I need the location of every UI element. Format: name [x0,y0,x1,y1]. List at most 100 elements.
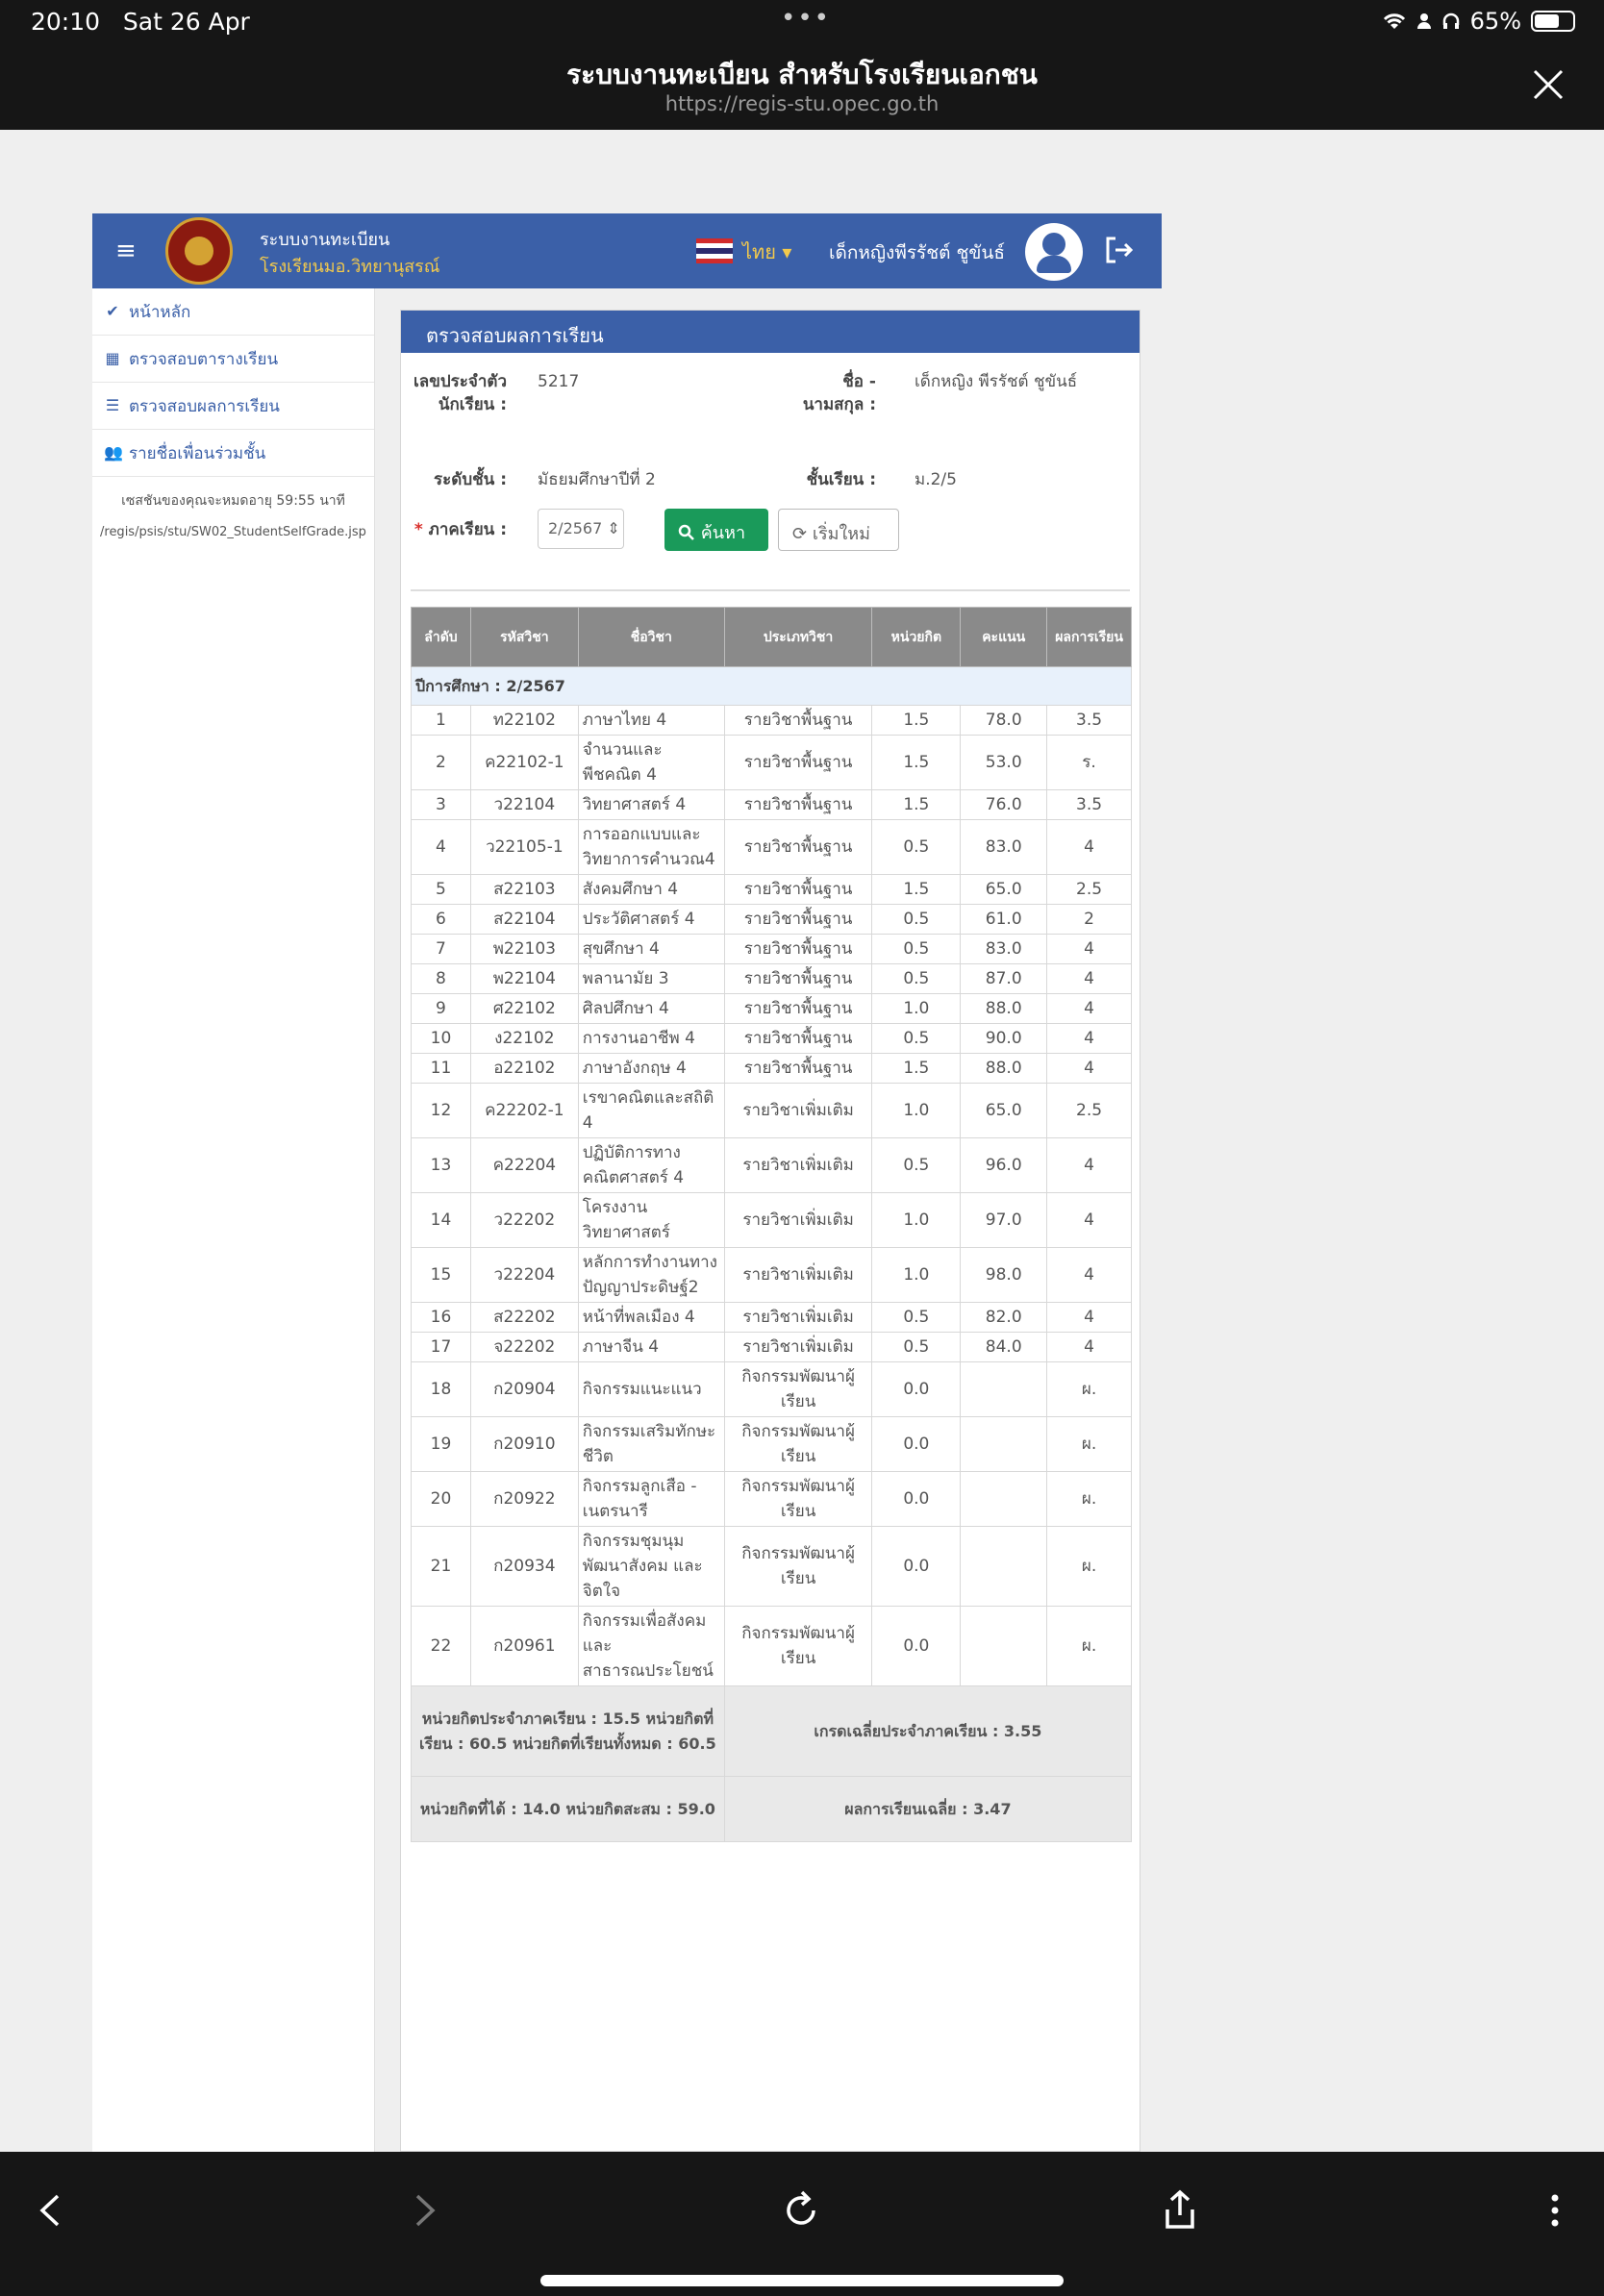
cell-code: ว22204 [469,1247,579,1303]
grades-table: ลำดับ รหัสวิชา ชื่อวิชา ประเภทวิชา หน่วย… [411,607,1133,1842]
cell-type: รายวิชาพื้นฐาน [723,1053,873,1084]
cell-credit: 0.5 [871,1137,962,1193]
student-id-label: เลขประจำตัวนักเรียน : [414,372,507,414]
cell-score: 84.0 [960,1332,1048,1362]
cell-type: กิจกรรมพัฒนาผู้เรียน [723,1606,873,1686]
table-row: 7 พ22103 สุขศึกษา 4 รายวิชาพื้นฐาน 0.5 83.0 4 [411,934,1132,964]
cell-score [960,1416,1048,1472]
app-name: ระบบงานทะเบียน [260,230,390,250]
cell-score: 90.0 [960,1023,1048,1054]
sidebar-item-classmates[interactable]: 👥 รายชื่อเพื่อนร่วมชั้น [92,430,374,477]
name-label: ชื่อ - นามสกุล : [802,372,876,414]
cell-code: จ22202 [469,1332,579,1362]
logout-icon[interactable] [1102,233,1137,267]
cell-no: 17 [411,1332,471,1362]
cell-credit: 1.5 [871,1053,962,1084]
cell-credit: 1.0 [871,993,962,1024]
cell-grade: 4 [1046,1192,1132,1248]
cell-score: 98.0 [960,1247,1048,1303]
header-credit: หน่วยกิต [871,607,962,667]
cell-type: กิจกรรมพัฒนาผู้เรียน [723,1416,873,1472]
close-icon[interactable] [1531,67,1566,102]
table-row: 22 ก20961 กิจกรรมเพื่อสังคม และสาธารณประโย… [411,1606,1132,1686]
multitask-dots-icon[interactable]: ••• [781,4,831,33]
cell-code: ก20910 [469,1416,579,1472]
forward-icon[interactable] [400,2186,448,2234]
cell-code: พ22103 [469,934,579,964]
cell-type: กิจกรรมพัฒนาผู้เรียน [723,1526,873,1607]
page-url[interactable]: https://regis-stu.opec.go.th [0,92,1604,115]
student-name: เด็กหญิง พีรรัชต์ ชูขันธ์ [915,372,1078,391]
cell-subject: การออกแบบและวิทยาการคำนวณ4 [577,819,725,875]
search-button[interactable]: ค้นหา [664,509,768,551]
person-icon [1416,13,1431,29]
school-name: โรงเรียนมอ.วิทยานุสรณ์ [260,257,440,277]
table-row: 16 ส22202 หน้าที่พลเมือง 4 รายวิชาเพิ่มเติม… [411,1302,1132,1333]
cell-credit: 1.5 [871,789,962,820]
cell-type: รายวิชาพื้นฐาน [723,1023,873,1054]
panel-title: ตรวจสอบผลการเรียน [401,311,1140,353]
table-row: 5 ส22103 สังคมศึกษา 4 รายวิชาพื้นฐาน 1.5 65.0… [411,874,1132,905]
cell-type: รายวิชาเพิ่มเติม [723,1332,873,1362]
cell-score: 53.0 [960,735,1048,790]
status-indicators: 65% [1382,8,1575,35]
cell-subject: หลักการทำงานทางปัญญาประดิษฐ์2 [577,1247,725,1303]
term-label: * ภาคเรียน : [414,520,507,539]
cell-type: รายวิชาพื้นฐาน [723,705,873,736]
cell-grade: 4 [1046,1137,1132,1193]
sidebar-item-home[interactable]: ✔ หน้าหลัก [92,288,374,336]
header-score: คะแนน [960,607,1048,667]
cell-no: 18 [411,1361,471,1417]
cell-type: รายวิชาพื้นฐาน [723,789,873,820]
cell-no: 7 [411,934,471,964]
avatar[interactable] [1025,223,1083,281]
cell-credit: 1.0 [871,1083,962,1138]
browser-bottom-bar [0,2152,1604,2296]
battery-percent: 65% [1469,8,1521,35]
back-icon[interactable] [27,2186,75,2234]
hamburger-menu-icon[interactable]: ≡ [115,237,137,265]
cell-score: 82.0 [960,1302,1048,1333]
user-name[interactable]: เด็กหญิงพีรรัชต์ ชูขันธ์ [829,238,1005,267]
year-row: ปีการศึกษา : 2/2567 [411,666,1132,706]
language-dropdown[interactable]: ไทย ▾ [742,237,791,267]
cell-subject: ศิลปศึกษา 4 [577,993,725,1024]
table-row: 21 ก20934 กิจกรรมชุมนุมพัฒนาสังคม และจิตใจ… [411,1526,1132,1607]
cell-grade: 3.5 [1046,789,1132,820]
cell-subject: ภาษาไทย 4 [577,705,725,736]
reset-button[interactable]: ⟳ เริ่มใหม่ [778,509,899,551]
class-label: ชั้นเรียน : [806,470,876,489]
cell-score: 78.0 [960,705,1048,736]
thai-flag-icon[interactable] [696,238,733,263]
cell-no: 15 [411,1247,471,1303]
cell-subject: ประวัติศาสตร์ 4 [577,904,725,935]
sidebar-item-grades[interactable]: ☰ ตรวจสอบผลการเรียน [92,383,374,430]
cell-credit: 1.5 [871,874,962,905]
share-icon[interactable] [1156,2186,1204,2234]
cell-credit: 0.5 [871,1023,962,1054]
cell-code: พ22104 [469,963,579,994]
cell-code: ก20934 [469,1526,579,1607]
reload-icon[interactable] [777,2186,825,2234]
table-row: 4 ว22105-1 การออกแบบและวิทยาการคำนวณ4 รายวิ… [411,819,1132,875]
cell-grade: 4 [1046,993,1132,1024]
app-header: ≡ ระบบงานทะเบียน โรงเรียนมอ.วิทยานุสรณ์ … [92,213,1162,288]
table-row: 11 อ22102 ภาษาอังกฤษ 4 รายวิชาพื้นฐาน 1.5 88.… [411,1053,1132,1084]
cell-credit: 0.5 [871,904,962,935]
cell-subject: ภาษาอังกฤษ 4 [577,1053,725,1084]
cell-credit: 0.5 [871,963,962,994]
cell-grade: ผ. [1046,1526,1132,1607]
cell-subject: โครงงานวิทยาศาสตร์ [577,1192,725,1248]
cell-type: รายวิชาพื้นฐาน [723,874,873,905]
term-select[interactable]: 2/2567 ⇕ [538,509,624,549]
cell-score: 96.0 [960,1137,1048,1193]
cell-no: 14 [411,1192,471,1248]
home-indicator [540,2275,1064,2286]
more-icon[interactable] [1531,2186,1579,2234]
cell-grade: 4 [1046,1332,1132,1362]
cell-code: ศ22102 [469,993,579,1024]
cell-type: กิจกรรมพัฒนาผู้เรียน [723,1361,873,1417]
header-grade: ผลการเรียน [1046,607,1132,667]
cell-no: 5 [411,874,471,905]
sidebar-item-schedule[interactable]: ▦ ตรวจสอบตารางเรียน [92,336,374,383]
